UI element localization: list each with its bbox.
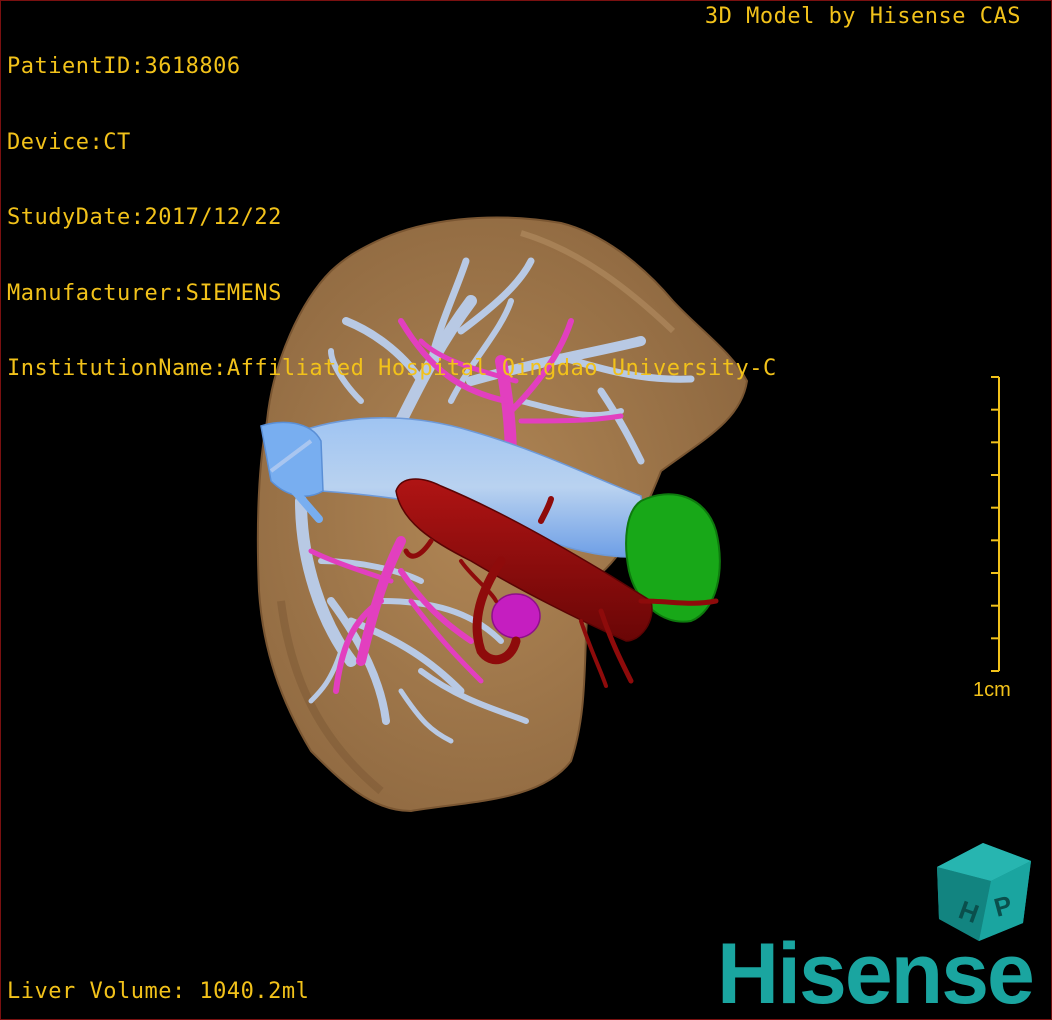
- model-credit: 3D Model by Hisense CAS: [704, 4, 1021, 29]
- institution-name: InstitutionName:Affiliated Hospital Qing…: [7, 356, 777, 381]
- scale-bar: [991, 376, 1000, 672]
- hisense-wordmark: Hisense: [717, 926, 1035, 1020]
- scale-label: 1cm: [973, 679, 1011, 701]
- device: Device:CT: [7, 129, 131, 155]
- patient-metadata: PatientID:3618806 Device:CT StudyDate:20…: [7, 4, 777, 432]
- patient-id: PatientID:3618806: [7, 54, 241, 79]
- study-date: StudyDate:2017/12/22: [7, 205, 282, 230]
- manufacturer: Manufacturer:SIEMENS: [7, 280, 282, 306]
- 3d-render-viewport[interactable]: PatientID:3618806 Device:CT StudyDate:20…: [0, 0, 1052, 1020]
- liver-volume: Liver Volume: 1040.2ml: [7, 979, 310, 1004]
